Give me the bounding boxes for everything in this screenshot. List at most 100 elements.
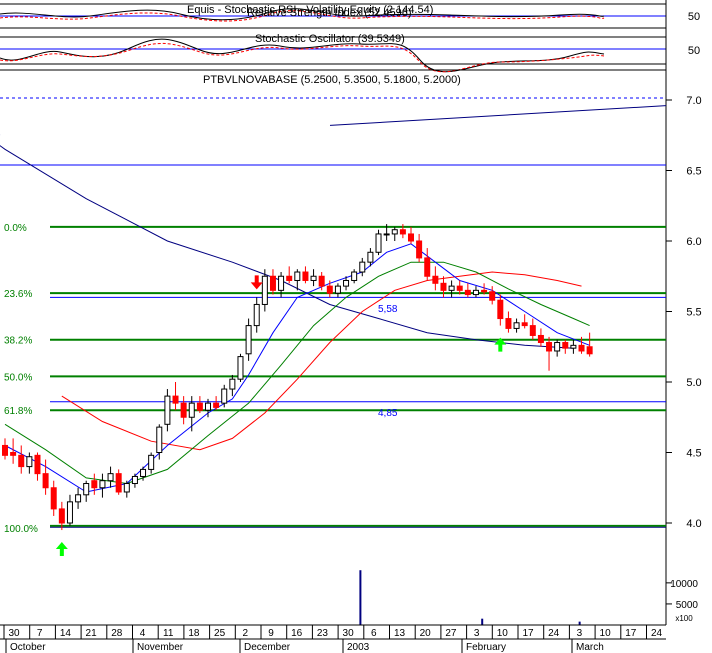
month-label: November (137, 642, 184, 653)
candle-body (570, 344, 577, 349)
fib-label: 0.0% (4, 223, 27, 234)
candle-body (310, 275, 317, 281)
candle-body (489, 291, 496, 301)
candle-body (172, 395, 179, 404)
day-tick-label: 23 (317, 628, 329, 639)
candle-body (221, 388, 228, 404)
indicator-panel-1: Equis - Stochastic RSI - Volatility Equi… (0, 3, 700, 29)
candle-body (578, 344, 585, 352)
candle-body (261, 275, 268, 305)
candle-body (205, 402, 211, 411)
price-tick-label: 6.5 (686, 166, 701, 178)
indicator-title-2: Relative Strength Index (52.4596) (247, 7, 412, 19)
volume-bars (359, 570, 581, 625)
candle-body (464, 289, 471, 296)
candle-body (278, 275, 285, 291)
day-tick-label: 27 (445, 628, 457, 639)
candle-body (188, 402, 195, 418)
candle-body (294, 271, 301, 281)
day-tick-label: 10 (600, 628, 612, 639)
buy-arrow-icon (55, 542, 68, 557)
candle-body (123, 483, 130, 493)
mid-moving-average (4, 261, 590, 485)
indicator-title-3: Stochastic Oscillator (39.5349) (255, 33, 405, 45)
candle-body (440, 282, 447, 291)
volume-axis: 5000 10000 (666, 579, 698, 611)
candle-body (529, 325, 536, 336)
candle-body (286, 275, 293, 281)
candle-body (26, 456, 33, 468)
day-ticks: 30 7 14 21 28 4 11 18 25 2 9 16 23 30 6 13 20 27 3 10 17 24 3 1… (3, 625, 663, 639)
candle-body (213, 402, 220, 408)
day-tick-label: 4 (140, 628, 146, 639)
candle-body (107, 473, 114, 482)
day-tick-label: 14 (60, 628, 72, 639)
day-tick-label: 24 (651, 628, 663, 639)
candle-body (2, 444, 8, 456)
fib-label: 50.0% (4, 372, 32, 383)
candle-body (83, 483, 90, 496)
day-tick-label: 10 (497, 628, 509, 639)
fib-label: 61.8% (4, 406, 32, 417)
candle-body (408, 233, 414, 242)
candle-body (351, 271, 358, 281)
moving-averages (0, 105, 667, 493)
panel-1-tick-50: 50 (688, 11, 700, 23)
candle-body (91, 480, 98, 489)
candle-body (58, 508, 65, 524)
long-ma-upper-line (329, 105, 667, 126)
day-tick-label: 17 (625, 628, 637, 639)
candle-body (521, 322, 528, 327)
day-tick-label: 3 (474, 628, 480, 639)
candle-body (554, 342, 561, 352)
price-title: PTBVLNOVABASE (5.2500, 5.3500, 5.1800, 5… (203, 74, 461, 86)
price-axis: 4.0 4.5 5.0 5.5 6.0 6.5 7.0 (666, 95, 702, 530)
candle-body (237, 356, 244, 380)
candle-body (399, 229, 406, 235)
candle-body (10, 452, 17, 456)
annotation-label: 5,58 (378, 304, 398, 315)
candle-body (18, 454, 25, 468)
price-tick-label: 7.0 (686, 95, 701, 107)
technical-chart: Equis - Stochastic RSI - Volatility Equi… (0, 0, 702, 653)
day-tick-label: 2 (243, 628, 249, 639)
candle-body (383, 233, 390, 236)
month-label: December (244, 642, 291, 653)
indicator-panel-2: Stochastic Oscillator (39.5349) 50 (0, 33, 700, 73)
candle-body (75, 494, 82, 503)
day-tick-label: 16 (291, 628, 303, 639)
candle-body (99, 480, 106, 489)
candle-body (586, 346, 593, 355)
annotation-label: 4,85 (378, 408, 398, 419)
candle-body (253, 303, 260, 327)
candle-body (131, 475, 138, 485)
day-tick-label: 30 (8, 628, 20, 639)
day-tick-label: 17 (522, 628, 534, 639)
month-label: October (10, 642, 46, 653)
price-tick-label: 4.5 (686, 448, 701, 460)
candle-body (50, 487, 57, 510)
candle-body (367, 251, 374, 263)
candle-body (326, 285, 333, 294)
candle-body (416, 240, 423, 259)
panel-2-tick-50: 50 (688, 45, 700, 57)
fib-label: 23.6% (4, 289, 32, 300)
day-tick-label: 6 (371, 628, 377, 639)
day-tick-label: 21 (86, 628, 98, 639)
month-label: February (466, 642, 506, 653)
candle-body (546, 342, 553, 352)
candle-body (42, 473, 49, 489)
candle-body (513, 322, 520, 329)
candle-body (375, 233, 382, 253)
signal-arrows (55, 275, 507, 557)
volume-tick-label: 10000 (670, 579, 698, 590)
fib-label: 38.2% (4, 336, 32, 347)
candle-body (505, 318, 512, 329)
candle-body (343, 279, 350, 287)
fib-label: 100.0% (4, 524, 38, 535)
candle-body (34, 454, 41, 475)
candle-body (472, 289, 479, 296)
candle-body (497, 299, 504, 320)
day-tick-label: 20 (420, 628, 432, 639)
candle-body (229, 378, 236, 390)
